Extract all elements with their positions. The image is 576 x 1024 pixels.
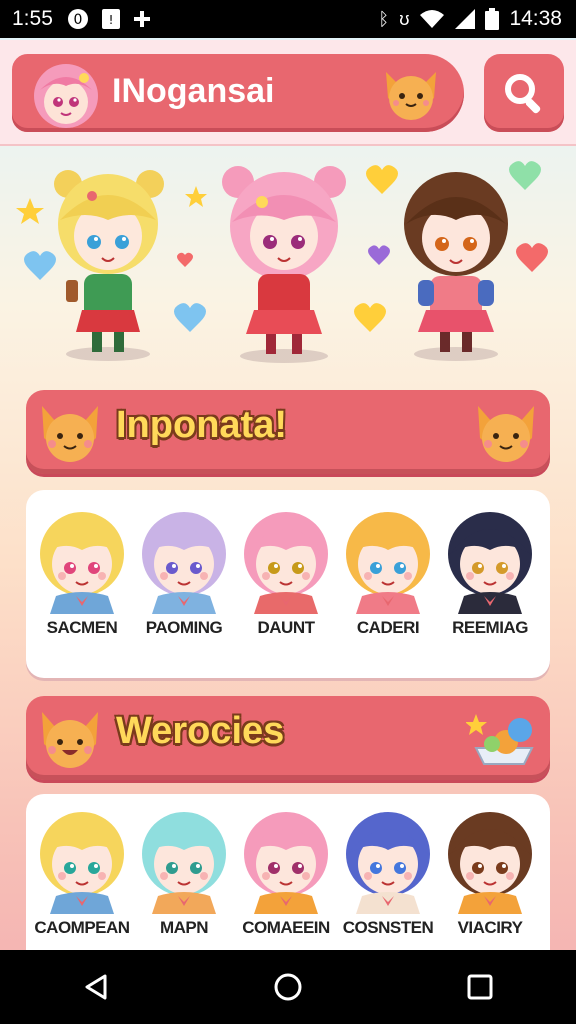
food-bowl-icon (466, 714, 534, 765)
character-name: PAOMING (145, 618, 223, 637)
character-name: SACMEN (46, 618, 118, 637)
recents-button[interactable] (450, 957, 510, 1017)
vibrate-icon: ʊ (399, 8, 410, 29)
character-name: CADERI (356, 618, 420, 637)
cat-mascot-icon (386, 72, 436, 120)
section-banner-inponata[interactable]: Inponata! (26, 390, 550, 474)
back-button[interactable] (66, 957, 126, 1017)
hero-character-blonde (54, 170, 164, 361)
character-name: COMAEEIN (242, 918, 330, 937)
recents-icon (467, 974, 493, 1000)
character-item[interactable]: CADERI (338, 504, 438, 638)
hero-banner (0, 150, 576, 380)
svg-text:!: ! (108, 13, 113, 27)
character-list-2: CAOMPEAN MAPN COMAEEIN COSNSTEN VIACIRY (26, 794, 550, 950)
svg-text:0: 0 (73, 12, 82, 28)
character-portrait (142, 812, 226, 914)
character-name: MAPN (159, 918, 209, 937)
system-nav-bar (0, 950, 576, 1024)
character-portrait (40, 812, 124, 914)
status-time: 1:55 (12, 7, 53, 30)
character-name: REEMIAG (452, 618, 528, 637)
character-name: COSNSTEN (342, 918, 434, 937)
home-button[interactable] (258, 957, 318, 1017)
section-banner-werocies[interactable]: Werocies (26, 696, 550, 780)
character-item[interactable]: COSNSTEN (338, 804, 438, 938)
character-name: DAUNT (257, 618, 316, 637)
notification-icon: 0 (67, 9, 88, 29)
section-title: Werocies (116, 710, 285, 752)
search-button[interactable] (484, 54, 564, 132)
wifi-icon (420, 10, 445, 28)
character-item[interactable]: PAOMING (134, 504, 234, 638)
cat-mascot-icon (42, 712, 98, 768)
status-clock: 14:38 (509, 7, 562, 30)
character-portrait (346, 512, 430, 614)
character-list-1: SACMEN PAOMING DAUNT CADERI REEMIAG (26, 490, 550, 678)
character-item[interactable]: MAPN (134, 804, 234, 938)
hero-illustration (16, 161, 548, 363)
section-title: Inponata! (116, 404, 287, 446)
title-bar: INogansai (12, 54, 464, 132)
cat-mascot-icon (478, 406, 534, 462)
character-item[interactable]: REEMIAG (440, 504, 540, 638)
status-bar: 1:55 0 ! ᛒ ʊ 14:38 (0, 0, 576, 38)
character-name: CAOMPEAN (34, 918, 130, 937)
character-item[interactable]: DAUNT (236, 504, 336, 638)
home-icon (274, 973, 302, 1001)
app-title: INogansai (112, 72, 275, 110)
character-name: VIACIRY (457, 918, 523, 937)
hero-character-pink (222, 166, 346, 363)
character-portrait (346, 812, 430, 914)
character-portrait (40, 512, 124, 614)
hero-character-brown (404, 172, 508, 361)
sim-icon: ! (101, 9, 120, 29)
character-portrait (448, 812, 532, 914)
character-portrait (244, 512, 328, 614)
plus-icon (133, 11, 150, 27)
back-icon (85, 974, 107, 1000)
app-header: INogansai (0, 40, 576, 146)
character-item[interactable]: CAOMPEAN (32, 804, 132, 938)
avatar (34, 64, 98, 128)
cat-mascot-icon (42, 406, 98, 462)
battery-icon (485, 8, 500, 30)
search-icon (505, 74, 541, 114)
character-portrait (244, 812, 328, 914)
character-item[interactable]: VIACIRY (440, 804, 540, 938)
bluetooth-icon: ᛒ (378, 8, 390, 29)
character-portrait (448, 512, 532, 614)
character-item[interactable]: COMAEEIN (236, 804, 336, 938)
signal-icon (455, 9, 476, 29)
character-item[interactable]: SACMEN (32, 504, 132, 638)
character-portrait (142, 512, 226, 614)
